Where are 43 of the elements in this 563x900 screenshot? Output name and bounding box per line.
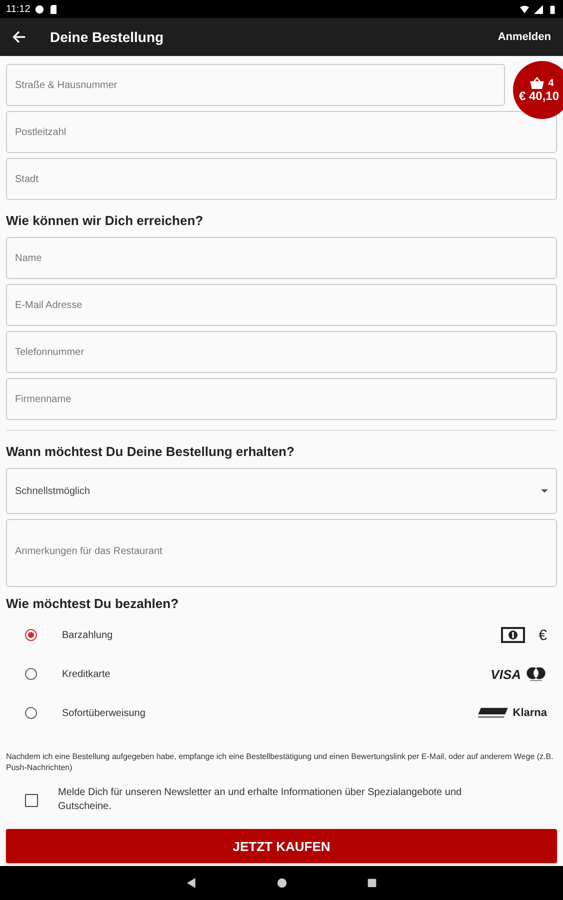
payment-label: Kreditkarte xyxy=(62,668,110,680)
payment-label: Barzahlung xyxy=(62,630,113,640)
input-field[interactable]: Stadt xyxy=(6,158,557,200)
input-field[interactable]: Telefonnummer xyxy=(6,331,557,373)
home-icon[interactable] xyxy=(276,878,286,888)
newsletter-label: Melde Dich für unseren Newsletter an und erhalte Informationen über Spezialangebote und Gutscheine. xyxy=(58,786,463,814)
back-arrow-icon[interactable] xyxy=(12,30,26,44)
banknote-icon xyxy=(500,627,525,643)
checkbox[interactable] xyxy=(25,794,38,806)
delivery-time-dropdown[interactable]: Schnellstmöglich xyxy=(6,468,557,514)
login-button[interactable]: Anmelden xyxy=(498,29,551,45)
sd-card-icon xyxy=(49,4,58,14)
screen-title: Deine Bestellung xyxy=(50,29,164,45)
radio-button[interactable] xyxy=(25,629,37,641)
input-field[interactable]: Firmenname xyxy=(6,378,557,420)
payment-brand: Klarna xyxy=(512,707,547,719)
input-field[interactable]: Postleitzahl xyxy=(6,111,557,153)
section-heading: Wie möchtest Du bezahlen? xyxy=(6,596,180,611)
disclaimer-text: Nachdem ich eine Bestellung aufgegeben habe, empfange ich eine Bestellbestätigung und einen Bewertungslink per E-Mail, oder auf anderem Wege (z.B. Push-Nachrichten) xyxy=(6,751,554,773)
section-heading: Wann möchtest Du Deine Bestellung erhalten? xyxy=(6,444,296,459)
back-icon[interactable] xyxy=(186,878,196,888)
section-heading: Wie können wir Dich erreichen? xyxy=(6,213,204,228)
input-field[interactable]: Straße & Hausnummer xyxy=(6,64,505,106)
payment-label: Sofortüberweisung xyxy=(62,708,146,718)
card-brand: VISA xyxy=(490,666,521,682)
radio-button[interactable] xyxy=(25,668,37,680)
input-field[interactable]: Name xyxy=(6,237,557,279)
wifi-icon xyxy=(520,4,529,14)
card-circles-icon xyxy=(525,666,547,682)
buy-button[interactable]: JETZT KAUFEN xyxy=(6,829,557,863)
radio-button[interactable] xyxy=(25,707,37,719)
status-time: 11:12 xyxy=(6,4,30,14)
cart-count: 4 xyxy=(548,78,554,88)
caret-icon xyxy=(541,489,548,493)
cart-total: € 40,10 xyxy=(518,89,560,103)
notes-field[interactable]: Anmerkungen für das Restaurant xyxy=(6,519,557,587)
basket-icon xyxy=(530,77,544,89)
cart-badge[interactable]: 4 € 40,10 xyxy=(513,61,563,119)
input-field[interactable]: E-Mail Adresse xyxy=(6,284,557,326)
signal-icon xyxy=(534,4,543,14)
currency-symbol: € xyxy=(538,626,547,644)
battery-icon xyxy=(548,4,557,14)
recents-icon[interactable] xyxy=(366,878,376,888)
